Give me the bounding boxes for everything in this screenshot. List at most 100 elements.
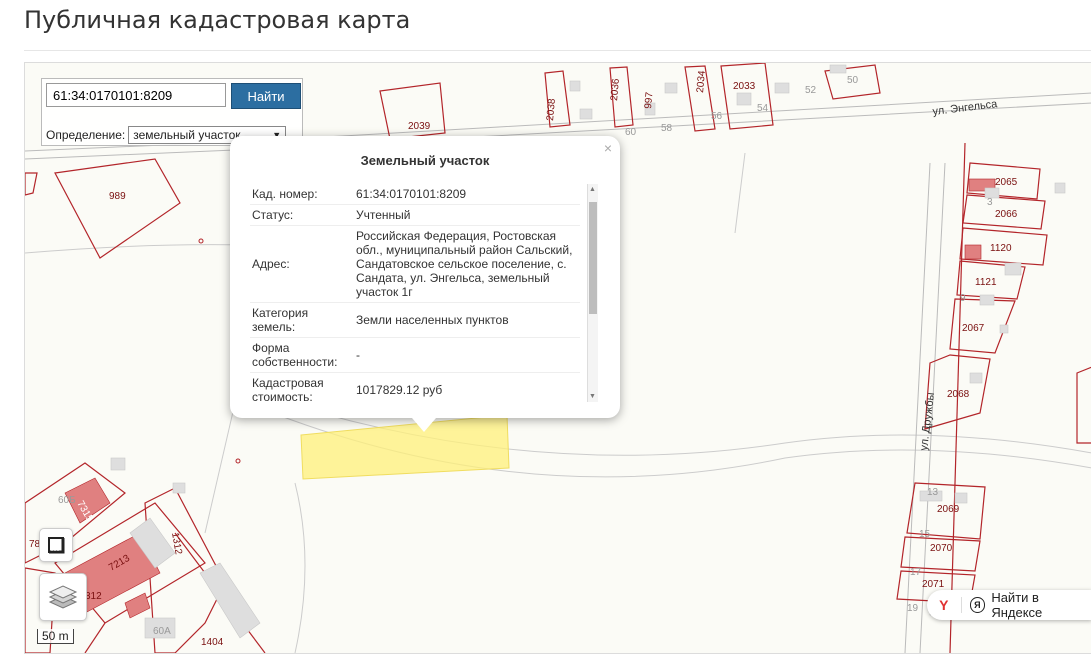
house-number: 54: [757, 103, 769, 114]
parcel-label: 2034: [695, 70, 708, 94]
info-key: Кадастровая стоимость:: [250, 372, 354, 402]
parcel-label: 989: [109, 191, 126, 202]
info-value: -: [354, 337, 580, 373]
info-value: 61:34:0170101:8209: [354, 184, 580, 205]
structure: [579, 108, 593, 120]
ruler-icon: [48, 537, 65, 554]
info-row: Категория земель: Земли населенных пункто…: [250, 302, 580, 338]
structure: [979, 294, 995, 306]
parcel-label: 2070: [930, 543, 953, 554]
structure: [969, 372, 983, 384]
yandex-logo-icon: Y: [927, 597, 962, 613]
parcel-label: 2036: [609, 78, 622, 102]
structure: [999, 324, 1009, 334]
selected-parcel-highlight[interactable]: [300, 414, 510, 480]
info-row: Адрес: Российская Федерация, Ростовская о…: [250, 225, 580, 303]
structure: [110, 457, 126, 471]
point-marker: [198, 238, 204, 244]
parcel-label: 997: [643, 91, 655, 109]
page-title: Публичная кадастровая карта: [24, 6, 411, 34]
scroll-down-icon[interactable]: ▼: [589, 393, 596, 400]
parcel-label: 312: [85, 591, 102, 602]
house-number: 58: [661, 123, 673, 134]
popup-pointer: [412, 418, 436, 432]
road-line: [294, 482, 306, 653]
title-divider: [24, 50, 1091, 51]
house-number: 3: [987, 197, 993, 208]
structure: [172, 482, 186, 494]
info-row: Форма собственности: -: [250, 337, 580, 373]
popup-title: Земельный участок: [360, 153, 490, 168]
yandex-search-button[interactable]: Y Я Найти в Яндексе: [927, 590, 1091, 620]
building: [124, 592, 151, 619]
parcel-label: 2038: [545, 98, 558, 122]
house-number: 50: [847, 75, 859, 86]
structure: [829, 64, 847, 74]
info-key: Адрес:: [250, 225, 354, 303]
parcel-label: 2067: [962, 323, 985, 334]
structure: [569, 80, 581, 92]
scroll-up-icon[interactable]: ▲: [589, 186, 596, 193]
find-button[interactable]: Найти: [231, 83, 301, 109]
yandex-icon: Я: [969, 597, 986, 613]
layers-control-button[interactable]: [39, 573, 87, 621]
info-row: Статус: Учтенный: [250, 204, 580, 226]
parcel[interactable]: [54, 158, 181, 259]
parcel-label: 2069: [937, 504, 960, 515]
street-label-druzhby: ул. Дружбы: [918, 392, 937, 452]
structure: [774, 82, 790, 94]
structure: [736, 92, 752, 106]
definition-select-value: земельный участок: [133, 128, 241, 142]
info-key: Статус:: [250, 204, 354, 226]
measure-control-button[interactable]: [39, 528, 73, 562]
house-number: 56: [711, 111, 723, 122]
info-key: Форма собственности:: [250, 337, 354, 373]
yandex-search-label: Найти в Яндексе: [991, 590, 1043, 620]
point-marker: [235, 458, 241, 464]
parcel-label: 1404: [201, 637, 224, 648]
parcel-info-popup: × Земельный участок Кад. номер: 61:34:017…: [230, 136, 620, 432]
popup-body[interactable]: Кад. номер: 61:34:0170101:8209 Статус: Учте…: [250, 184, 600, 402]
house-number: 15: [919, 529, 931, 540]
house-number: 52: [805, 85, 817, 96]
house-number: 19: [907, 603, 919, 614]
parcel[interactable]: [25, 172, 38, 196]
parcel-label: 2065: [995, 177, 1018, 188]
street-label-engelsa: ул. Энгельса: [932, 98, 999, 118]
info-value: Российская Федерация, Ростовская обл., м…: [354, 225, 580, 303]
structure: [664, 82, 678, 94]
structure: [1054, 182, 1066, 194]
parcel-info-table: Кад. номер: 61:34:0170101:8209 Статус: Учте…: [250, 184, 580, 402]
info-row: Кадастровая стоимость: 1017829.12 руб: [250, 372, 580, 402]
scrollbar-thumb[interactable]: [589, 202, 597, 314]
house-number: 60: [625, 127, 637, 138]
parcel-label: 2071: [922, 579, 945, 590]
house-number: 60Б: [58, 495, 76, 506]
scale-bar: 50 m: [37, 629, 74, 644]
parcel[interactable]: [1076, 366, 1091, 444]
house-number: 13: [927, 487, 939, 498]
structure: [954, 492, 968, 504]
house-number: 60А: [153, 626, 171, 637]
road-line: [204, 402, 236, 534]
map-canvas[interactable]: 2039 2038 2036 997 2034 2033 989 2065 20…: [24, 62, 1091, 654]
building: [964, 244, 982, 260]
parcel-label: 2068: [947, 389, 970, 400]
cadastral-number-input[interactable]: [46, 83, 226, 107]
info-key: Кад. номер:: [250, 184, 354, 205]
house-number: 9: [960, 293, 966, 304]
parcel-label: 2039: [408, 121, 431, 132]
info-value: Земли населенных пунктов: [354, 302, 580, 338]
parcel-label: 2066: [995, 209, 1018, 220]
road-line: [734, 152, 746, 234]
parcel-label: 2033: [733, 81, 756, 92]
info-value: 1017829.12 руб: [354, 372, 580, 402]
info-value: Учтенный: [354, 204, 580, 226]
layers-icon: [48, 585, 78, 609]
info-row: Кад. номер: 61:34:0170101:8209: [250, 184, 580, 205]
structure: [1004, 262, 1022, 276]
parcel-boundary: [84, 622, 106, 653]
parcel-label: 1120: [990, 243, 1012, 254]
info-key: Категория земель:: [250, 302, 354, 338]
popup-scrollbar[interactable]: ▲ ▼: [587, 184, 598, 402]
